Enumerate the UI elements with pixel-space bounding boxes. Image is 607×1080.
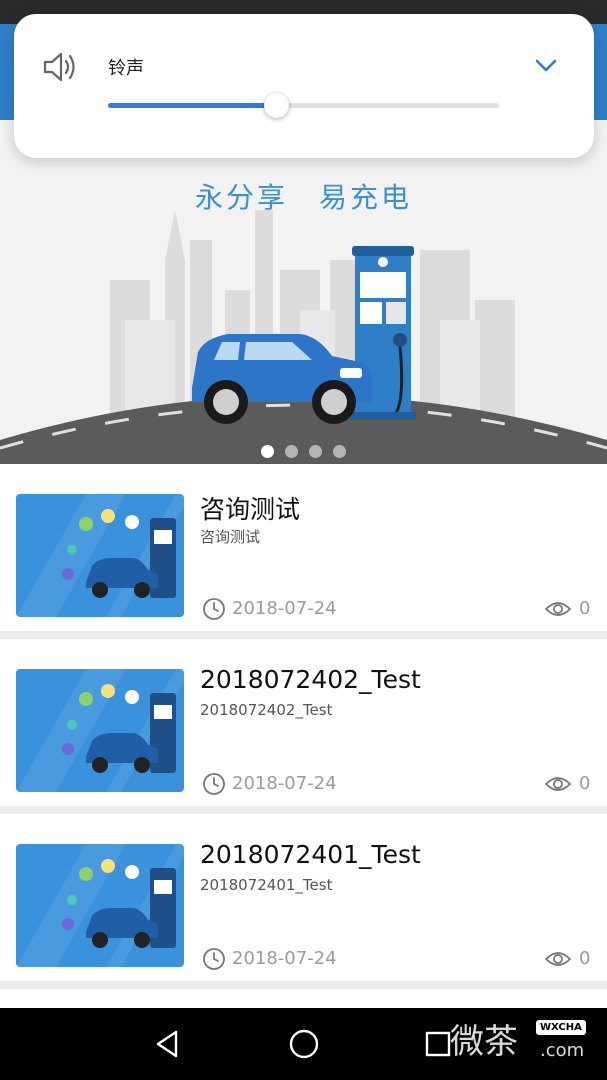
article-thumbnail xyxy=(16,844,184,967)
chevron-down-icon[interactable] xyxy=(532,52,560,78)
carousel-indicator xyxy=(0,445,607,458)
back-triangle-icon[interactable] xyxy=(150,1026,186,1062)
article-thumbnail xyxy=(16,669,184,792)
article-subtitle: 2018072402_Test xyxy=(200,701,333,719)
watermark-text: 微茶 xyxy=(450,1022,518,1062)
article-subtitle: 2018072401_Test xyxy=(200,876,333,894)
watermark-badge: WXCHA xyxy=(536,1020,586,1035)
eye-icon xyxy=(544,952,572,966)
volume-slider-thumb[interactable] xyxy=(264,93,290,118)
article-date: 2018-07-24 xyxy=(232,598,337,619)
banner-carousel[interactable]: 永分享 易充电 xyxy=(0,120,607,464)
article-list: 咨询测试 咨询测试 2018-07-24 0 2018072402_Test 2… xyxy=(0,464,607,1017)
view-count: 0 xyxy=(579,948,591,969)
article-thumbnail xyxy=(16,494,184,617)
list-item[interactable]: 2018072402_Test 2018072402_Test 2018-07-… xyxy=(0,639,607,806)
eye-icon xyxy=(544,602,572,616)
list-item[interactable]: 咨询测试 咨询测试 2018-07-24 0 xyxy=(0,464,607,631)
list-item[interactable]: 2018072401_Test 2018072401_Test 2018-07-… xyxy=(0,814,607,981)
article-date: 2018-07-24 xyxy=(232,773,337,794)
list-item[interactable] xyxy=(0,989,607,1009)
watermark-domain: .com xyxy=(540,1040,585,1061)
banner-illustration xyxy=(0,210,607,464)
carousel-dot[interactable] xyxy=(261,445,274,458)
recents-square-icon[interactable] xyxy=(424,1030,452,1058)
view-count: 0 xyxy=(579,598,591,619)
home-circle-icon[interactable] xyxy=(286,1026,322,1062)
banner-slogan: 永分享 易充电 xyxy=(194,181,412,214)
volume-slider[interactable] xyxy=(108,103,499,108)
clock-icon xyxy=(203,598,225,620)
carousel-dot[interactable] xyxy=(309,445,322,458)
article-title: 2018072401_Test xyxy=(200,840,421,869)
article-title: 咨询测试 xyxy=(200,495,301,524)
article-title: 2018072402_Test xyxy=(200,665,421,694)
view-count: 0 xyxy=(579,773,591,794)
speaker-icon[interactable] xyxy=(42,50,80,84)
article-subtitle: 咨询测试 xyxy=(200,528,261,546)
system-nav-bar: 微茶 WXCHA .com xyxy=(0,1008,607,1080)
volume-panel: 铃声 xyxy=(14,14,594,158)
article-date: 2018-07-24 xyxy=(232,948,337,969)
carousel-dot[interactable] xyxy=(285,445,298,458)
volume-stream-label: 铃声 xyxy=(108,58,144,79)
clock-icon xyxy=(203,773,225,795)
volume-slider-fill xyxy=(108,103,277,108)
eye-icon xyxy=(544,777,572,791)
clock-icon xyxy=(203,948,225,970)
carousel-dot[interactable] xyxy=(333,445,346,458)
